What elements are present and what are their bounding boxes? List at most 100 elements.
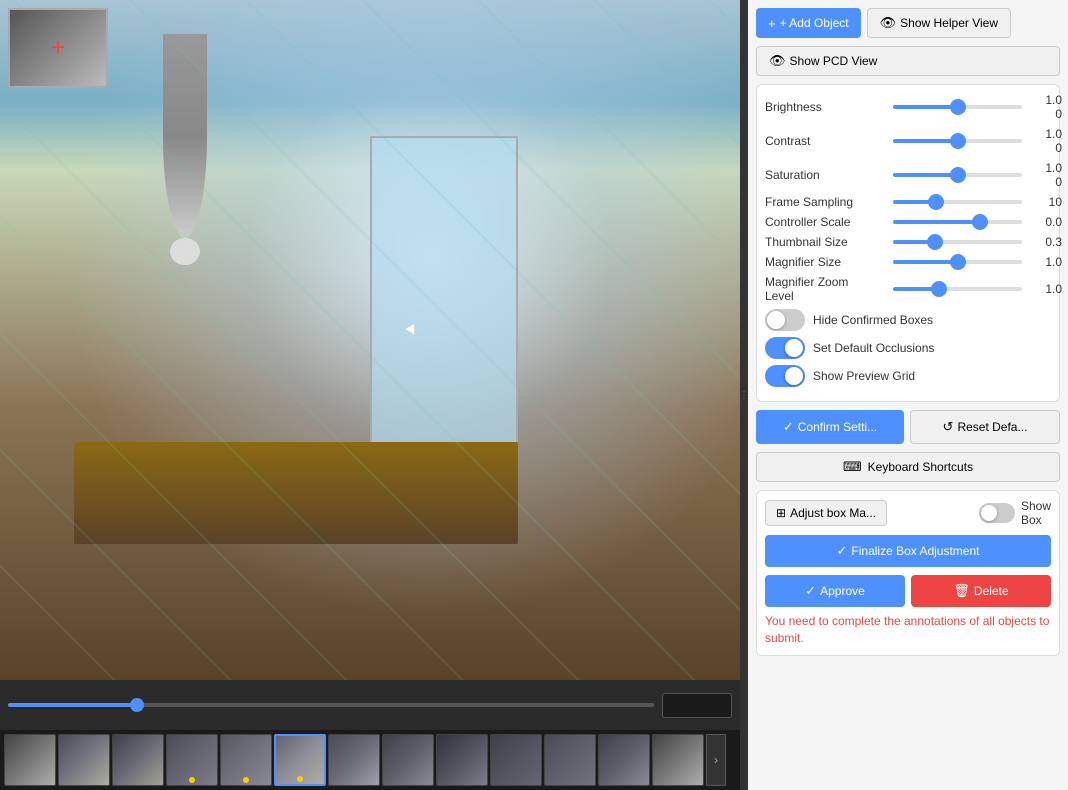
controller-scale-row: Controller Scale 0.0 [765, 215, 1051, 229]
thumb-item[interactable] [112, 734, 164, 786]
thumb-item[interactable] [328, 734, 380, 786]
add-object-button[interactable]: + + Add Object [756, 8, 861, 38]
frame-sampling-slider[interactable] [893, 200, 1022, 204]
set-default-label: Set Default Occlusions [813, 341, 934, 355]
crosshair-icon: + [51, 36, 65, 60]
contrast-slider[interactable] [893, 139, 1022, 143]
eye-icon: 👁 [880, 15, 897, 31]
magnifier-size-label: Magnifier Size [765, 255, 885, 269]
magnifier-zoom-label: Magnifier Zoom Level [765, 275, 885, 303]
thumb-item[interactable] [436, 734, 488, 786]
finalize-box-button[interactable]: ✓ Finalize Box Adjustment [765, 535, 1051, 567]
warning-message: You need to complete the annotations of … [765, 613, 1051, 647]
thumb-item[interactable] [220, 734, 272, 786]
show-pcd-button[interactable]: 👁 Show PCD View [756, 46, 1060, 76]
controller-scale-slider[interactable] [893, 220, 1022, 224]
timeline-track [8, 703, 654, 707]
approve-button[interactable]: ✓ Approve [765, 575, 905, 607]
thumb-item[interactable] [4, 734, 56, 786]
thumb-item[interactable] [58, 734, 110, 786]
toggle-knob [767, 311, 785, 329]
thumb-item[interactable] [652, 734, 704, 786]
delete-button[interactable]: 🗑 Delete [911, 575, 1051, 607]
show-box-label: Show Box [1021, 499, 1051, 527]
thumbnail-size-slider[interactable] [893, 240, 1022, 244]
controller-scale-label: Controller Scale [765, 215, 885, 229]
thumb-item[interactable] [598, 734, 650, 786]
hide-confirmed-label: Hide Confirmed Boxes [813, 313, 933, 327]
thumb-item[interactable] [490, 734, 542, 786]
settings-panel: Brightness 1.00 Contrast 1.00 Saturation… [756, 84, 1060, 402]
show-preview-grid-row: Show Preview Grid [765, 365, 1051, 387]
magnifier-size-value: 1.0 [1030, 255, 1062, 269]
cursor [407, 326, 419, 338]
set-default-occlusions-row: Set Default Occlusions [765, 337, 1051, 359]
frame-sampling-value: 10 [1030, 195, 1062, 209]
magnifier-zoom-row: Magnifier Zoom Level 1.0 [765, 275, 1051, 303]
resize-handle[interactable]: ⋮ [740, 0, 748, 790]
keyboard-shortcuts-button[interactable]: ⌨ Keyboard Shortcuts [756, 452, 1060, 482]
trash-icon: 🗑 [953, 583, 970, 599]
show-box-toggle[interactable] [979, 503, 1015, 523]
check-icon-finalize: ✓ [837, 543, 848, 559]
show-helper-button[interactable]: 👁 Show Helper View [867, 8, 1011, 38]
timeline-thumb[interactable] [130, 698, 144, 712]
toggle-knob [785, 367, 803, 385]
timeline-bar: 560 [0, 680, 740, 730]
frame-sampling-label: Frame Sampling [765, 195, 885, 209]
reset-defaults-button[interactable]: ↺ Reset Defa... [910, 410, 1060, 444]
thumbnail-strip: › [0, 730, 740, 790]
final-action-row: ✓ Approve 🗑 Delete [765, 575, 1051, 607]
thumb-item[interactable] [166, 734, 218, 786]
thumb-item-active[interactable] [274, 734, 326, 786]
thumb-item[interactable] [382, 734, 434, 786]
frame-sampling-row: Frame Sampling 10 [765, 195, 1051, 209]
adjust-row: ⊞ Adjust box Ma... Show Box [765, 499, 1051, 527]
timeline-fill [8, 703, 137, 707]
brightness-label: Brightness [765, 100, 885, 114]
toggle-knob [785, 339, 803, 357]
keyboard-icon: ⌨ [843, 459, 862, 475]
top-buttons-row: + + Add Object 👁 Show Helper View [756, 8, 1060, 38]
action-buttons-row: ✓ Confirm Setti... ↺ Reset Defa... [756, 410, 1060, 444]
magnifier-zoom-slider[interactable] [893, 287, 1022, 291]
controller-scale-value: 0.0 [1030, 215, 1062, 229]
saturation-value: 1.00 [1030, 161, 1062, 189]
thumbnail-next-button[interactable]: › [706, 734, 726, 786]
show-box-wrap: Show Box [979, 499, 1051, 527]
check-icon: ✓ [783, 419, 794, 435]
set-default-toggle[interactable] [765, 337, 805, 359]
hide-confirmed-toggle[interactable] [765, 309, 805, 331]
brightness-slider[interactable] [893, 105, 1022, 109]
contrast-value: 1.00 [1030, 127, 1062, 155]
contrast-row: Contrast 1.00 [765, 127, 1051, 155]
saturation-slider[interactable] [893, 173, 1022, 177]
adjust-icon: ⊞ [776, 506, 786, 520]
box-adjustment-section: ⊞ Adjust box Ma... Show Box ✓ Finalize B… [756, 490, 1060, 656]
thumbnail-size-label: Thumbnail Size [765, 235, 885, 249]
plus-icon: + [768, 16, 776, 31]
saturation-label: Saturation [765, 168, 885, 182]
thumb-item[interactable] [544, 734, 596, 786]
confirm-settings-button[interactable]: ✓ Confirm Setti... [756, 410, 904, 444]
hide-confirmed-row: Hide Confirmed Boxes [765, 309, 1051, 331]
magnifier-zoom-value: 1.0 [1030, 282, 1062, 296]
eye-icon-pcd: 👁 [769, 53, 786, 69]
brightness-value: 1.00 [1030, 93, 1062, 121]
show-preview-toggle[interactable] [765, 365, 805, 387]
frame-number-input[interactable]: 560 [662, 693, 732, 718]
thumbnail-size-row: Thumbnail Size 0.3 [765, 235, 1051, 249]
timeline-slider-container[interactable] [8, 703, 654, 707]
contrast-label: Contrast [765, 134, 885, 148]
reset-icon: ↺ [943, 419, 954, 435]
adjust-box-button[interactable]: ⊞ Adjust box Ma... [765, 500, 887, 526]
toggle-knob-sm [981, 505, 997, 521]
main-image [0, 0, 740, 680]
diagonal-lines [0, 0, 740, 680]
magnifier-size-slider[interactable] [893, 260, 1022, 264]
main-image-container[interactable]: + [0, 0, 740, 680]
saturation-row: Saturation 1.00 [765, 161, 1051, 189]
show-preview-label: Show Preview Grid [813, 369, 915, 383]
magnifier-size-row: Magnifier Size 1.0 [765, 255, 1051, 269]
thumbnail-size-value: 0.3 [1030, 235, 1062, 249]
